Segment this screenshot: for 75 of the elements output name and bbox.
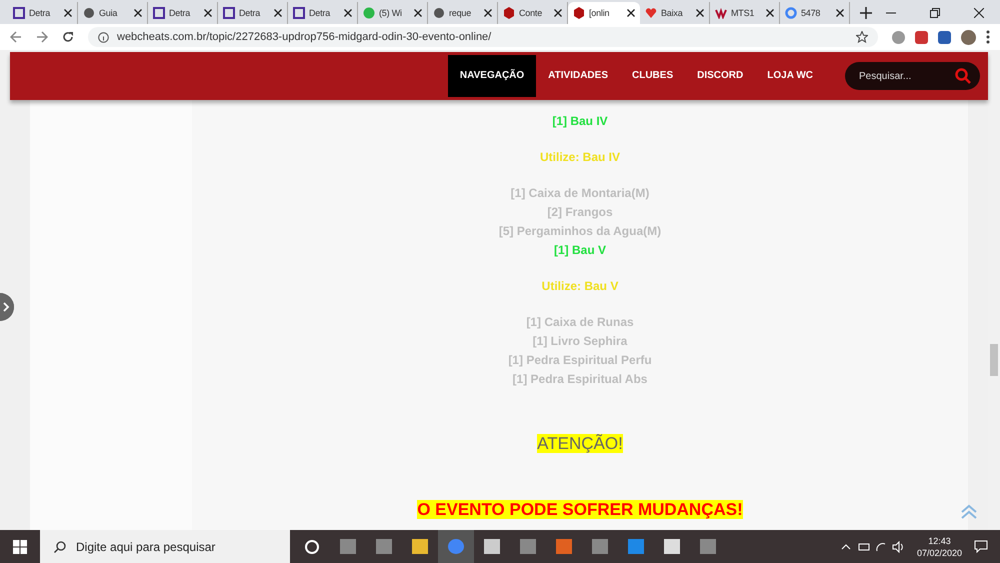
profile-avatar-icon[interactable] — [961, 30, 976, 44]
tab-title: reque — [449, 8, 472, 18]
usage-instruction: Utilize: Bau V — [542, 278, 618, 295]
tab-title: Detra — [29, 8, 52, 18]
tab-favicon-icon — [153, 7, 165, 19]
close-tab-icon[interactable] — [204, 9, 212, 17]
tab-favicon-icon — [293, 7, 305, 19]
tab-favicon-icon — [223, 7, 235, 19]
reward-item: [2] Frangos — [547, 204, 613, 221]
nav-link[interactable]: DISCORD — [685, 55, 756, 97]
menu-icon[interactable] — [986, 30, 990, 44]
close-tab-icon[interactable] — [836, 9, 844, 17]
bookmark-star-icon[interactable] — [856, 31, 868, 43]
restore-icon[interactable] — [930, 8, 940, 18]
close-icon[interactable] — [974, 8, 984, 18]
nav-link[interactable]: LOJA WC — [755, 55, 825, 97]
tab-title: Detra — [309, 8, 332, 18]
close-tab-icon[interactable] — [64, 9, 72, 17]
forward-icon[interactable] — [36, 31, 48, 43]
search-icon — [54, 540, 66, 552]
browser-tab[interactable]: [onlin — [568, 2, 640, 24]
tab-title: 5478 — [801, 8, 822, 18]
tab-favicon-icon — [715, 7, 727, 19]
tab-favicon-icon — [13, 7, 25, 19]
tab-title: (5) Wi — [379, 8, 403, 18]
nav-link[interactable]: CLUBES — [620, 55, 686, 97]
tab-favicon-icon — [83, 7, 95, 19]
tab-favicon-icon — [573, 7, 585, 19]
reward-item: [1] Caixa de Montaria(M) — [510, 185, 650, 202]
system-tray-icons[interactable] — [840, 540, 905, 552]
taskbar-clock[interactable]: 12:43 07/02/2020 — [916, 534, 962, 558]
close-tab-icon[interactable] — [414, 9, 422, 17]
taskbar-search-field[interactable]: Digite aqui para pesquisar — [40, 530, 290, 563]
info-icon — [98, 32, 109, 42]
reward-item: [1] Livro Sephira — [532, 333, 628, 350]
nav-link[interactable]: NAVEGAÇÃO — [448, 55, 536, 97]
notification-icon[interactable] — [974, 540, 988, 553]
side-panel-toggle[interactable] — [0, 293, 14, 321]
reward-item: [1] Caixa de Runas — [526, 314, 634, 331]
reward-item: [1] Pedra Espiritual Abs — [512, 371, 648, 388]
tab-title: Conte — [519, 8, 544, 18]
reward-item: [5] Pergaminhos da Agua(M) — [498, 223, 662, 240]
search-icon[interactable] — [955, 68, 971, 84]
tab-favicon-icon — [433, 7, 445, 19]
tab-favicon-icon — [645, 7, 657, 19]
close-tab-icon[interactable] — [274, 9, 282, 17]
new-tab-icon[interactable] — [860, 7, 872, 19]
windows-start-icon[interactable] — [13, 540, 27, 554]
close-tab-icon[interactable] — [696, 9, 704, 17]
close-tab-icon[interactable] — [484, 9, 492, 17]
tab-title: Detra — [169, 8, 192, 18]
close-tab-icon[interactable] — [627, 9, 635, 17]
tab-title: MTS1 — [731, 8, 756, 18]
attention-label: ATENÇÃO! — [537, 434, 623, 453]
usage-instruction: Utilize: Bau IV — [540, 149, 620, 166]
close-tab-icon[interactable] — [554, 9, 562, 17]
tab-title: Detra — [239, 8, 262, 18]
tab-title: Baixa — [661, 8, 684, 18]
back-icon[interactable] — [10, 31, 22, 43]
tab-favicon-icon — [503, 7, 515, 19]
reload-icon[interactable] — [62, 31, 74, 43]
item-heading: [1] Bau IV — [552, 113, 608, 130]
tab-favicon-icon — [363, 7, 375, 19]
address-bar[interactable]: webcheats.com.br/topic/2272683-updrop756-midgard-odin-30-evento-online/ — [88, 27, 878, 47]
close-tab-icon[interactable] — [344, 9, 352, 17]
warning-text: O EVENTO PODE SOFRER MUDANÇAS! — [417, 500, 743, 519]
reward-item: [1] Pedra Espiritual Perfu — [508, 352, 652, 369]
nav-link[interactable]: ATIVIDADES — [536, 55, 620, 97]
tab-title: [onlin — [589, 8, 610, 18]
tab-title: Guia — [99, 8, 118, 18]
search-field[interactable]: Pesquisar... — [845, 62, 980, 90]
tab-favicon-icon — [785, 7, 797, 19]
close-tab-icon[interactable] — [766, 9, 774, 17]
item-heading: [1] Bau V — [554, 242, 606, 259]
close-tab-icon[interactable] — [134, 9, 142, 17]
